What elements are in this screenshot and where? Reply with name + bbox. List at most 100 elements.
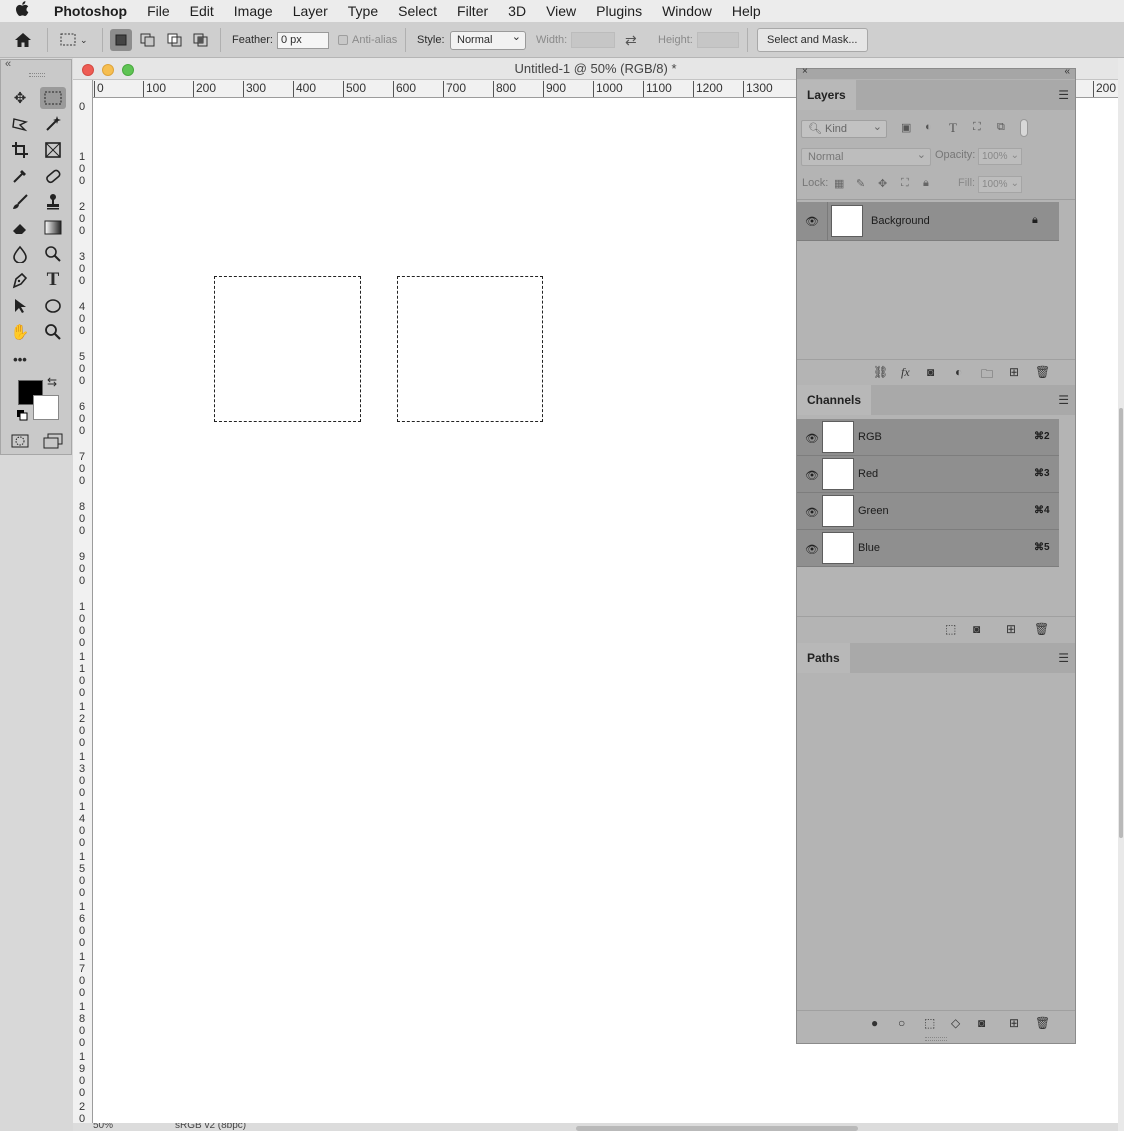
pen-tool-icon[interactable] — [7, 269, 33, 291]
filter-toggle[interactable] — [1020, 119, 1028, 137]
screen-mode-icon[interactable] — [40, 430, 66, 452]
apple-menu-icon[interactable] — [0, 1, 44, 21]
feather-input[interactable]: 0 px — [277, 31, 329, 49]
paths-panel-menu-icon[interactable]: ☰ — [1058, 651, 1069, 665]
move-tool-icon[interactable]: ✥ — [7, 87, 33, 109]
magic-wand-tool-icon[interactable] — [40, 113, 66, 135]
fill-input[interactable]: 100% ⌄ — [978, 176, 1022, 193]
hand-tool-icon[interactable]: ✋ — [7, 321, 33, 343]
stroke-path-icon[interactable]: ○ — [898, 1016, 905, 1030]
add-mask-icon[interactable]: ◙ — [978, 1016, 985, 1030]
menu-help[interactable]: Help — [722, 3, 771, 19]
collapse-toolbox-icon[interactable]: « — [5, 58, 11, 70]
lasso-tool-icon[interactable] — [7, 113, 33, 135]
subtract-from-selection-icon[interactable] — [164, 29, 186, 51]
quick-mask-icon[interactable] — [7, 430, 33, 452]
panel-resize-handle[interactable] — [925, 1037, 947, 1041]
filter-pixel-icon[interactable]: ▣ — [901, 121, 911, 134]
menu-image[interactable]: Image — [224, 3, 283, 19]
close-window-button[interactable] — [82, 64, 94, 76]
delete-channel-icon[interactable]: 🗑︎ — [1034, 622, 1049, 636]
menu-file[interactable]: File — [137, 3, 180, 19]
menu-filter[interactable]: Filter — [447, 3, 498, 19]
channels-panel-menu-icon[interactable]: ☰ — [1058, 393, 1069, 407]
delete-path-icon[interactable]: 🗑︎ — [1035, 1016, 1050, 1030]
clone-stamp-tool-icon[interactable] — [40, 191, 66, 213]
make-work-path-icon[interactable]: ◇ — [951, 1016, 960, 1030]
menu-photoshop[interactable]: Photoshop — [44, 3, 137, 19]
blur-tool-icon[interactable] — [7, 243, 33, 265]
layer-row[interactable]: 👁︎ Background 🔒︎ — [797, 202, 1059, 241]
lock-all-icon[interactable]: 🔒︎ — [923, 177, 929, 190]
layer-filter-select[interactable]: 🔍︎ Kind ⌄ — [801, 120, 887, 138]
select-and-mask-button[interactable]: Select and Mask... — [757, 28, 868, 52]
channel-row[interactable]: 👁︎ RGB ⌘2 — [797, 419, 1059, 456]
rectangular-marquee-tool-icon[interactable] — [40, 87, 66, 109]
lock-artboard-icon[interactable]: ⛶ — [901, 177, 909, 190]
layer-style-icon[interactable]: fx — [901, 365, 910, 380]
vertical-scrollbar[interactable] — [1118, 58, 1124, 1131]
menu-edit[interactable]: Edit — [180, 3, 224, 19]
intersect-selection-icon[interactable] — [190, 29, 212, 51]
filter-smart-object-icon[interactable]: ⧉ — [997, 121, 1005, 134]
height-input[interactable] — [697, 32, 739, 48]
selection-marquee[interactable] — [397, 276, 543, 422]
more-tools-icon[interactable]: ••• — [7, 348, 33, 370]
add-to-selection-icon[interactable] — [137, 29, 159, 51]
home-icon[interactable] — [14, 22, 32, 58]
layers-panel-menu-icon[interactable]: ☰ — [1058, 88, 1069, 102]
marquee-preset-icon[interactable]: ⌄ — [60, 22, 88, 58]
minimize-window-button[interactable] — [102, 64, 114, 76]
crop-tool-icon[interactable] — [7, 139, 33, 161]
filter-shape-icon[interactable]: ⛶ — [973, 121, 981, 134]
visibility-eye-icon[interactable]: 👁︎ — [805, 215, 819, 228]
gradient-tool-icon[interactable] — [40, 217, 66, 239]
menu-3d[interactable]: 3D — [498, 3, 536, 19]
new-channel-icon[interactable]: ⊞ — [1006, 622, 1016, 636]
save-selection-as-channel-icon[interactable]: ◙ — [973, 622, 980, 636]
background-color-swatch[interactable] — [33, 395, 59, 420]
channel-row[interactable]: 👁︎ Red ⌘3 — [797, 456, 1059, 493]
filter-type-icon[interactable]: T — [949, 120, 957, 136]
default-colors-icon[interactable] — [13, 407, 31, 423]
close-panel-icon[interactable]: × — [802, 66, 808, 77]
swap-colors-icon[interactable]: ⇆ — [43, 373, 61, 391]
tab-channels[interactable]: Channels — [797, 385, 872, 415]
eraser-tool-icon[interactable] — [7, 217, 33, 239]
vertical-ruler[interactable]: 0 100 200 300 400 500 600 700 800 900 10… — [73, 80, 93, 1123]
path-selection-tool-icon[interactable] — [7, 295, 33, 317]
new-layer-icon[interactable]: ⊞ — [1009, 365, 1019, 379]
swap-dimensions-icon[interactable]: ⇄ — [625, 22, 637, 58]
visibility-eye-icon[interactable]: 👁︎ — [805, 432, 819, 445]
width-input[interactable] — [571, 32, 615, 48]
adjustment-layer-icon[interactable]: ◐ — [955, 365, 962, 379]
menu-select[interactable]: Select — [388, 3, 447, 19]
opacity-input[interactable]: 100% ⌄ — [978, 148, 1022, 165]
link-layers-icon[interactable]: ⛓︎ — [873, 365, 888, 379]
menu-plugins[interactable]: Plugins — [586, 3, 652, 19]
eyedropper-tool-icon[interactable] — [7, 165, 33, 187]
lock-image-icon[interactable]: ✎ — [856, 177, 865, 190]
menu-view[interactable]: View — [536, 3, 586, 19]
menu-type[interactable]: Type — [338, 3, 388, 19]
new-path-icon[interactable]: ⊞ — [1009, 1016, 1019, 1030]
tab-paths[interactable]: Paths — [797, 643, 850, 673]
delete-layer-icon[interactable]: 🗑︎ — [1035, 365, 1050, 379]
brush-tool-icon[interactable] — [7, 191, 33, 213]
zoom-tool-icon[interactable] — [40, 321, 66, 343]
zoom-window-button[interactable] — [122, 64, 134, 76]
load-path-as-selection-icon[interactable]: ⬚ — [924, 1016, 935, 1030]
new-selection-icon[interactable] — [110, 29, 132, 51]
tab-layers[interactable]: Layers — [797, 80, 856, 110]
load-channel-as-selection-icon[interactable]: ⬚ — [945, 622, 956, 636]
new-group-icon[interactable]: 🗀︎ — [981, 365, 993, 386]
visibility-eye-icon[interactable]: 👁︎ — [805, 506, 819, 519]
horizontal-scrollbar[interactable] — [576, 1126, 858, 1131]
ellipse-tool-icon[interactable] — [40, 295, 66, 317]
antialias-checkbox[interactable]: Anti-alias — [338, 22, 397, 58]
menu-window[interactable]: Window — [652, 3, 722, 19]
style-select[interactable]: Normal — [450, 29, 526, 50]
fill-path-icon[interactable]: ● — [871, 1016, 878, 1030]
blend-mode-select[interactable]: Normal ⌄ — [801, 148, 931, 166]
frame-tool-icon[interactable] — [40, 139, 66, 161]
